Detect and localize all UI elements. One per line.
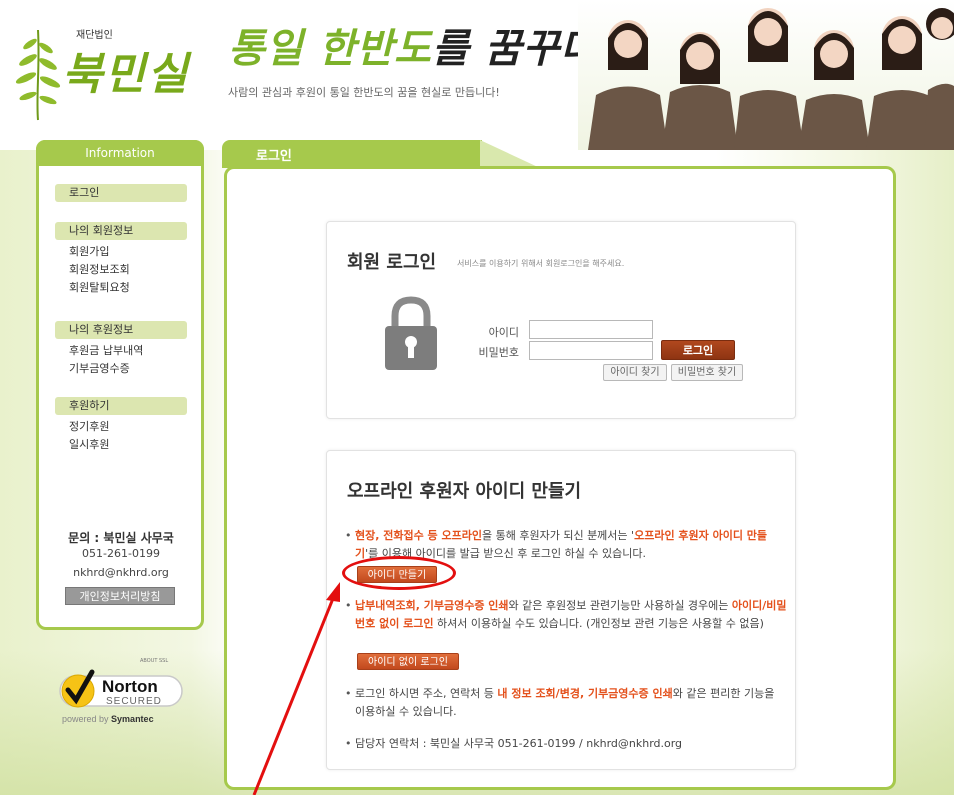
plant-icon [15,29,61,121]
find-password-button[interactable]: 비밀번호 찾기 [671,364,743,381]
slogan: 통일 한반도를 꿈꾸다 [228,16,598,74]
offline-donor-box: 오프라인 후원자 아이디 만들기 • 현장, 전화접수 등 오프라인을 통해 후… [326,450,796,770]
site-header: 재단법인 북민실 통일 한반도를 꿈꾸다 사람의 관심과 후원이 통일 한반도의… [0,0,954,150]
sidebar-item-login[interactable]: 로그인 [55,184,187,202]
login-title: 회원 로그인 [347,252,437,273]
bullet-4: • [345,737,352,750]
sidebar-item-receipt[interactable]: 기부금영수증 [69,361,130,377]
contact-email[interactable]: nkhrd@nkhrd.org [39,566,203,579]
sidebar-item-withdraw[interactable]: 회원탈퇴요청 [69,280,130,296]
norton-badge[interactable]: Norton SECURED ABOUT SSL powered by Syma… [56,650,186,730]
main-tab: 로그인 [222,140,582,168]
id-label: 아이디 [488,326,519,339]
sidebar-section-member[interactable]: 나의 회원정보 [55,222,187,240]
password-label: 비밀번호 [478,346,519,359]
id-input[interactable] [529,320,653,339]
member-login-box: 회원 로그인 서비스를 이용하기 위해서 회원로그인을 해주세요. 아이디 비밀… [326,221,796,419]
norton-vendor: Symantec [111,714,154,724]
login-button[interactable]: 로그인 [661,340,735,360]
norton-secured: SECURED [106,696,162,707]
norton-powered: powered by Symantec [62,714,154,724]
offline-paragraph-3: • 로그인 하시면 주소, 연락처 등 내 정보 조회/변경, 기부금영수증 인… [345,685,787,721]
p1-highlight: 현장, 전화접수 등 오프라인 [355,529,482,542]
login-subtitle: 서비스를 이용하기 위해서 회원로그인을 해주세요. [457,259,625,268]
norton-brand: Norton [102,677,158,696]
sidebar-section-donor[interactable]: 나의 후원정보 [55,321,187,339]
site-logo[interactable]: 재단법인 북민실 [10,22,190,122]
sidebar-item-onetime-donation[interactable]: 일시후원 [69,437,109,453]
students-photo [578,0,954,150]
offline-paragraph-2: • 납부내역조회, 기부금영수증 인쇄와 같은 후원정보 관련기능만 사용하실 … [345,597,787,633]
sidebar-item-payment-history[interactable]: 후원금 납부내역 [69,343,143,359]
p2-highlight: 납부내역조회, 기부금영수증 인쇄 [355,599,509,612]
sub-slogan: 사람의 관심과 후원이 통일 한반도의 꿈을 현실로 만듭니다! [228,86,500,99]
logo-text: 북민실 [62,49,190,100]
bullet-1: • [345,529,352,542]
p2-text-a: 와 같은 후원정보 관련기능만 사용하실 경우에는 [508,599,732,612]
slogan-dark: 를 꿈꾸다 [431,25,599,72]
bullet-3: • [345,687,352,700]
login-without-id-button[interactable]: 아이디 없이 로그인 [357,653,459,670]
main-tab-slant [480,140,540,168]
norton-powered-label: powered by [62,714,109,724]
slogan-green: 통일 한반도 [228,25,432,72]
p1-text-a: 을 통해 후원자가 되신 분께서는 ' [482,529,635,542]
norton-about: ABOUT SSL [140,658,169,664]
password-input[interactable] [529,341,653,360]
bullet-2: • [345,599,352,612]
p3-highlight: 내 정보 조회/변경, 기부금영수증 인쇄 [497,687,673,700]
contact-phone: 051-261-0199 [82,547,160,560]
annotation-ellipse [342,556,456,590]
sidebar: Information 로그인 나의 회원정보 회원가입 회원정보조회 회원탈퇴… [36,140,204,630]
main-tab-label: 로그인 [256,149,292,164]
privacy-policy-button[interactable]: 개인정보처리방침 [65,587,175,605]
sidebar-item-join[interactable]: 회원가입 [69,244,109,260]
offline-title: 오프라인 후원자 아이디 만들기 [347,481,582,502]
find-id-button[interactable]: 아이디 찾기 [603,364,667,381]
sidebar-tab: Information [36,140,204,166]
sidebar-item-regular-donation[interactable]: 정기후원 [69,419,109,435]
contact-title: 문의 : 북민실 사무국 [68,531,174,545]
offline-paragraph-4: • 담당자 연락처 : 북민실 사무국 051-261-0199 / nkhrd… [345,735,787,753]
p3-text-a: 로그인 하시면 주소, 연락처 등 [355,687,498,700]
p4-text: 담당자 연락처 : 북민실 사무국 051-261-0199 / nkhrd@n… [355,737,683,750]
p2-text-b: 하셔서 이용하실 수도 있습니다. (개인정보 관련 기능은 사용할 수 없음) [433,617,764,630]
sidebar-item-member-info[interactable]: 회원정보조회 [69,262,130,278]
lock-icon [385,296,437,370]
sidebar-section-donate[interactable]: 후원하기 [55,397,187,415]
